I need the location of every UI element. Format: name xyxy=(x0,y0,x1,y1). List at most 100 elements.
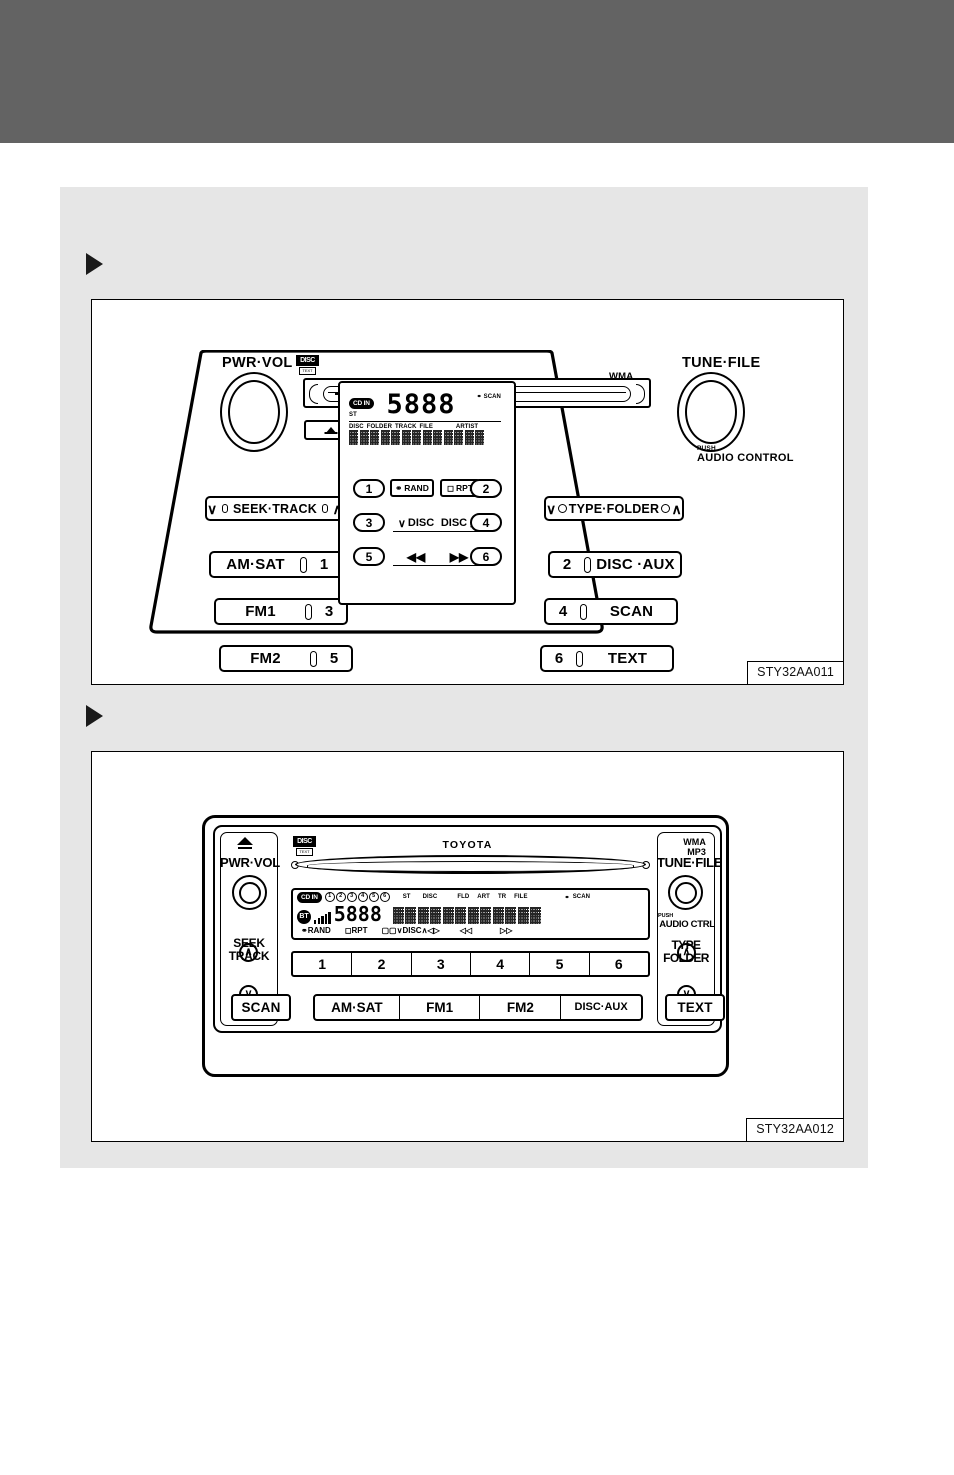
matrix-cell xyxy=(492,907,504,924)
unit1-preset-6-button[interactable]: 6 xyxy=(470,547,502,566)
button-divider-icon xyxy=(576,650,583,667)
mp3-label: MP3 xyxy=(687,847,706,857)
button-label: TEXT xyxy=(607,650,648,667)
unit2-outer-bezel: PWR·VOL TUNE·FILE PUSH AUDIO CTRL ∧ SEEK… xyxy=(202,815,729,1077)
unit1-pwr-vol-label: PWR·VOL xyxy=(222,355,293,371)
folder-icon: ▢▢ xyxy=(381,925,397,935)
matrix-cell xyxy=(517,907,529,924)
button-number: 2 xyxy=(482,481,490,496)
unit1-preset-1-button[interactable]: 1 xyxy=(353,479,385,498)
knob-inner xyxy=(685,380,737,444)
display-digits: 5888 xyxy=(386,389,456,420)
unit2-scan-button[interactable]: SCAN xyxy=(231,993,291,1021)
chevron-down-icon: ∨ xyxy=(397,517,406,530)
st-indicator: ST xyxy=(349,412,357,418)
matrix-cell xyxy=(475,430,484,445)
matrix-cell xyxy=(442,907,454,924)
disc-icon-text: DISC xyxy=(293,836,316,847)
matrix-cell xyxy=(405,907,417,924)
chevron-down-icon: ∨ xyxy=(207,500,218,517)
unit2-preset-6-button[interactable]: 6 xyxy=(590,953,648,975)
disc-number-indicator: 2 xyxy=(335,892,346,902)
random-icon: ⚭ xyxy=(395,482,403,493)
display-main-row: BT 5888 xyxy=(297,902,644,924)
unit2-inner-bezel: PWR·VOL TUNE·FILE PUSH AUDIO CTRL ∧ SEEK… xyxy=(213,825,725,1033)
random-icon: ⚭ xyxy=(301,925,308,935)
button-divider-icon xyxy=(310,650,317,667)
disc-number-indicator: 1 xyxy=(324,892,335,902)
figure-1-caption: STY32AA011 xyxy=(747,661,843,684)
ellipse-icon xyxy=(661,504,670,513)
matrix-cell xyxy=(454,430,463,445)
repeat-icon: ⚭ xyxy=(564,894,570,901)
unit2-disc-aux-button[interactable]: DISC·AUX xyxy=(561,996,641,1019)
unit1-rewind-button[interactable]: ◀◀ xyxy=(393,549,439,566)
unit1-am-sat-button[interactable]: AM·SAT 1 xyxy=(209,551,343,578)
unit2-preset-4-button[interactable]: 4 xyxy=(471,953,531,975)
matrix-cell xyxy=(464,430,474,445)
tr-indicator: TR xyxy=(497,894,507,900)
file-indicator: FILE xyxy=(514,894,528,900)
unit2-fm1-button[interactable]: FM1 xyxy=(400,995,481,1019)
unit2-audio-ctrl-label: AUDIO CTRL xyxy=(659,919,715,930)
display-top-indicators: CD IN 123456 ST DISC FLD ART TR FILE ⚭ S… xyxy=(297,891,644,903)
repeat-icon: ⚭ xyxy=(476,394,482,400)
unit2-pwr-vol-knob[interactable] xyxy=(232,875,267,910)
unit2-type-folder-label: TYPE FOLDER xyxy=(655,939,717,964)
unit1-random-button[interactable]: ⚭ RAND xyxy=(390,479,434,497)
unit2-preset-5-button[interactable]: 5 xyxy=(530,953,590,975)
ellipse-icon xyxy=(558,504,567,513)
unit1-tune-file-knob[interactable] xyxy=(677,372,745,452)
audio-unit-2: PWR·VOL TUNE·FILE PUSH AUDIO CTRL ∧ SEEK… xyxy=(92,752,845,1143)
rewind-icon: ◁◁ xyxy=(459,925,473,935)
button-number: 2 xyxy=(562,556,572,573)
repeat-icon: ◻ xyxy=(344,925,352,935)
unit1-scan-button[interactable]: 4 SCAN xyxy=(544,598,678,625)
unit1-disc-aux-button[interactable]: 2 DISC ·AUX xyxy=(548,551,682,578)
unit2-display: CD IN 123456 ST DISC FLD ART TR FILE ⚭ S… xyxy=(291,888,650,940)
unit2-seek-track-label: SEEK TRACK xyxy=(220,937,278,962)
display-bottom-indicators: ⚭ RAND ◻ RPT ▢▢ ∨ DISC ∧ ◁▷ ◁◁ ▷▷ xyxy=(297,924,644,936)
unit1-preset-4-button[interactable]: 4 xyxy=(470,513,502,532)
cd-slot-opening xyxy=(295,855,646,874)
ellipse-icon xyxy=(321,504,328,513)
unit1-display: CD IN ST 5888 ⚭ SCAN DISC FOLDER TRACK F… xyxy=(349,389,501,464)
figure-2: PWR·VOL TUNE·FILE PUSH AUDIO CTRL ∧ SEEK… xyxy=(91,751,844,1142)
button-number: 1 xyxy=(365,481,373,496)
unit1-disc-down-button[interactable]: ∨ DISC xyxy=(393,515,439,532)
unit2-preset-2-button[interactable]: 2 xyxy=(352,953,412,975)
button-label: SCAN xyxy=(609,603,654,620)
chevron-down-icon: ∨ xyxy=(546,500,557,517)
st-indicator: ST xyxy=(402,894,411,900)
figure-1: PWR·VOL TUNE·FILE PUSH AUDIO CONTROL DIS… xyxy=(91,299,844,685)
wma-label: WMA xyxy=(683,837,706,847)
knob-inner xyxy=(674,881,697,904)
unit1-preset-3-button[interactable]: 3 xyxy=(353,513,385,532)
unit2-am-sat-button[interactable]: AM·SAT xyxy=(315,995,400,1019)
button-number: 4 xyxy=(558,603,568,620)
disc-number-indicator: 5 xyxy=(368,892,379,902)
unit2-preset-3-button[interactable]: 3 xyxy=(412,953,471,975)
unit2-text-button[interactable]: TEXT xyxy=(665,993,725,1021)
unit1-preset-2-button[interactable]: 2 xyxy=(470,479,502,498)
unit1-type-folder-button[interactable]: ∨ TYPE·FOLDER ∧ xyxy=(544,496,684,521)
unit1-fm2-button[interactable]: FM2 5 xyxy=(219,645,353,672)
button-number: 5 xyxy=(329,650,339,667)
unit2-cd-slot[interactable] xyxy=(291,855,650,874)
button-number: 3 xyxy=(324,603,334,620)
unit2-preset-1-button[interactable]: 1 xyxy=(293,953,353,975)
unit1-seek-track-button[interactable]: ∨ SEEK·TRACK ∧ xyxy=(205,496,345,521)
unit2-tune-file-knob[interactable] xyxy=(668,875,703,910)
unit1-preset-5-button[interactable]: 5 xyxy=(353,547,385,566)
unit1-pwr-vol-knob[interactable] xyxy=(220,372,288,452)
matrix-cell xyxy=(530,907,542,924)
button-divider-icon xyxy=(305,603,312,620)
unit1-type-folder-label: TYPE·FOLDER xyxy=(568,501,660,516)
unit2-fm2-button[interactable]: FM2 xyxy=(480,995,562,1019)
matrix-cell xyxy=(359,430,369,445)
button-divider-icon xyxy=(584,556,591,573)
button-number: 6 xyxy=(554,650,564,667)
unit1-text-button[interactable]: 6 TEXT xyxy=(540,645,674,672)
matrix-cell xyxy=(401,430,411,445)
unit1-fm1-button[interactable]: FM1 3 xyxy=(214,598,348,625)
